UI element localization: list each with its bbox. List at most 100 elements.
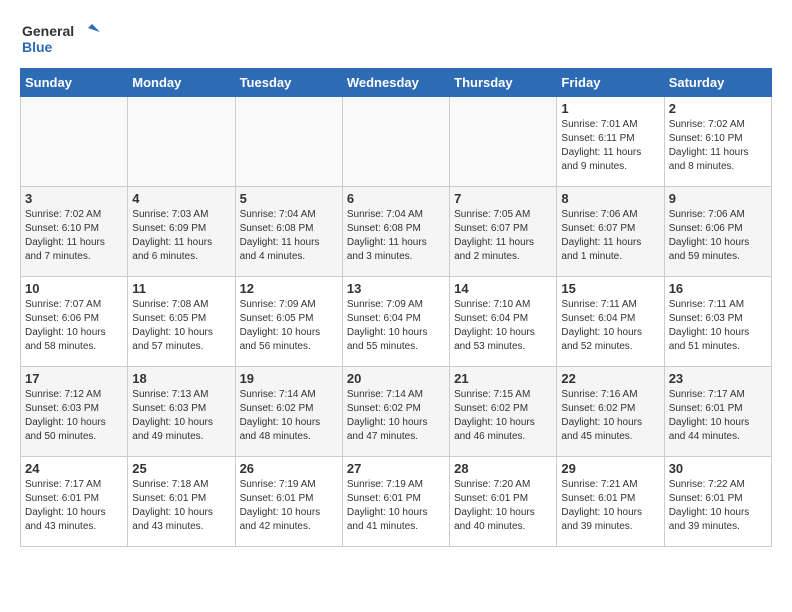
day-number: 14 xyxy=(454,281,552,296)
day-info: Sunrise: 7:19 AM Sunset: 6:01 PM Dayligh… xyxy=(240,478,338,534)
calendar-header-row: SundayMondayTuesdayWednesdayThursdayFrid… xyxy=(21,69,772,97)
calendar-cell: 28 Sunrise: 7:20 AM Sunset: 6:01 PM Dayli… xyxy=(450,457,557,547)
day-number: 9 xyxy=(669,191,767,206)
calendar-cell: 24 Sunrise: 7:17 AM Sunset: 6:01 PM Dayli… xyxy=(21,457,128,547)
calendar-cell: 25Sunrise: 7:18 AM Sunset: 6:01 PM Dayli… xyxy=(128,457,235,547)
day-number: 13 xyxy=(347,281,445,296)
day-number: 26 xyxy=(240,461,338,476)
day-info: Sunrise: 7:05 AM Sunset: 6:07 PM Dayligh… xyxy=(454,208,552,264)
day-info: Sunrise: 7:12 AM Sunset: 6:03 PM Dayligh… xyxy=(25,388,123,444)
calendar-cell: 1 Sunrise: 7:01 AM Sunset: 6:11 PM Daylig… xyxy=(557,97,664,187)
calendar-cell: 7 Sunrise: 7:05 AM Sunset: 6:07 PM Daylig… xyxy=(450,187,557,277)
day-number: 23 xyxy=(669,371,767,386)
day-info: Sunrise: 7:19 AM Sunset: 6:01 PM Dayligh… xyxy=(347,478,445,534)
logo: General Blue xyxy=(20,20,100,58)
calendar-week-4: 17 Sunrise: 7:12 AM Sunset: 6:03 PM Dayli… xyxy=(21,367,772,457)
day-info: Sunrise: 7:11 AM Sunset: 6:04 PM Dayligh… xyxy=(561,298,659,354)
calendar-cell xyxy=(235,97,342,187)
day-number: 4 xyxy=(132,191,230,206)
calendar-cell: 13 Sunrise: 7:09 AM Sunset: 6:04 PM Dayli… xyxy=(342,277,449,367)
day-info: Sunrise: 7:21 AM Sunset: 6:01 PM Dayligh… xyxy=(561,478,659,534)
day-info: Sunrise: 7:16 AM Sunset: 6:02 PM Dayligh… xyxy=(561,388,659,444)
day-number: 3 xyxy=(25,191,123,206)
day-info: Sunrise: 7:04 AM Sunset: 6:08 PM Dayligh… xyxy=(347,208,445,264)
day-info: Sunrise: 7:03 AM Sunset: 6:09 PM Dayligh… xyxy=(132,208,230,264)
calendar-cell: 8 Sunrise: 7:06 AM Sunset: 6:07 PM Daylig… xyxy=(557,187,664,277)
day-info: Sunrise: 7:15 AM Sunset: 6:02 PM Dayligh… xyxy=(454,388,552,444)
day-number: 7 xyxy=(454,191,552,206)
calendar-cell: 16Sunrise: 7:11 AM Sunset: 6:03 PM Dayli… xyxy=(664,277,771,367)
day-info: Sunrise: 7:06 AM Sunset: 6:06 PM Dayligh… xyxy=(669,208,767,264)
day-info: Sunrise: 7:20 AM Sunset: 6:01 PM Dayligh… xyxy=(454,478,552,534)
column-header-saturday: Saturday xyxy=(664,69,771,97)
day-number: 18 xyxy=(132,371,230,386)
day-number: 20 xyxy=(347,371,445,386)
day-info: Sunrise: 7:02 AM Sunset: 6:10 PM Dayligh… xyxy=(25,208,123,264)
day-info: Sunrise: 7:18 AM Sunset: 6:01 PM Dayligh… xyxy=(132,478,230,534)
column-header-tuesday: Tuesday xyxy=(235,69,342,97)
day-info: Sunrise: 7:22 AM Sunset: 6:01 PM Dayligh… xyxy=(669,478,767,534)
calendar-table: SundayMondayTuesdayWednesdayThursdayFrid… xyxy=(20,68,772,547)
day-number: 11 xyxy=(132,281,230,296)
calendar-cell: 9 Sunrise: 7:06 AM Sunset: 6:06 PM Daylig… xyxy=(664,187,771,277)
day-info: Sunrise: 7:09 AM Sunset: 6:04 PM Dayligh… xyxy=(347,298,445,354)
day-number: 28 xyxy=(454,461,552,476)
day-number: 24 xyxy=(25,461,123,476)
day-info: Sunrise: 7:09 AM Sunset: 6:05 PM Dayligh… xyxy=(240,298,338,354)
calendar-cell: 15 Sunrise: 7:11 AM Sunset: 6:04 PM Dayli… xyxy=(557,277,664,367)
calendar-cell xyxy=(450,97,557,187)
calendar-cell: 10 Sunrise: 7:07 AM Sunset: 6:06 PM Dayli… xyxy=(21,277,128,367)
calendar-cell: 11 Sunrise: 7:08 AM Sunset: 6:05 PM Dayli… xyxy=(128,277,235,367)
calendar-cell: 27 Sunrise: 7:19 AM Sunset: 6:01 PM Dayli… xyxy=(342,457,449,547)
logo-svg: General Blue xyxy=(20,20,100,58)
calendar-cell: 18Sunrise: 7:13 AM Sunset: 6:03 PM Dayli… xyxy=(128,367,235,457)
day-info: Sunrise: 7:01 AM Sunset: 6:11 PM Dayligh… xyxy=(561,118,659,174)
calendar-cell: 17 Sunrise: 7:12 AM Sunset: 6:03 PM Dayli… xyxy=(21,367,128,457)
calendar-cell: 30 Sunrise: 7:22 AM Sunset: 6:01 PM Dayli… xyxy=(664,457,771,547)
day-info: Sunrise: 7:07 AM Sunset: 6:06 PM Dayligh… xyxy=(25,298,123,354)
calendar-cell: 2Sunrise: 7:02 AM Sunset: 6:10 PM Daylig… xyxy=(664,97,771,187)
day-number: 30 xyxy=(669,461,767,476)
day-number: 21 xyxy=(454,371,552,386)
calendar-cell xyxy=(342,97,449,187)
day-number: 16 xyxy=(669,281,767,296)
day-info: Sunrise: 7:10 AM Sunset: 6:04 PM Dayligh… xyxy=(454,298,552,354)
page-header: General Blue xyxy=(20,20,772,58)
day-number: 15 xyxy=(561,281,659,296)
calendar-cell: 14 Sunrise: 7:10 AM Sunset: 6:04 PM Dayli… xyxy=(450,277,557,367)
calendar-week-2: 3 Sunrise: 7:02 AM Sunset: 6:10 PM Daylig… xyxy=(21,187,772,277)
calendar-cell: 21 Sunrise: 7:15 AM Sunset: 6:02 PM Dayli… xyxy=(450,367,557,457)
day-info: Sunrise: 7:17 AM Sunset: 6:01 PM Dayligh… xyxy=(669,388,767,444)
calendar-cell: 23 Sunrise: 7:17 AM Sunset: 6:01 PM Dayli… xyxy=(664,367,771,457)
day-number: 8 xyxy=(561,191,659,206)
calendar-cell: 19 Sunrise: 7:14 AM Sunset: 6:02 PM Dayli… xyxy=(235,367,342,457)
svg-text:Blue: Blue xyxy=(22,39,53,55)
day-number: 2 xyxy=(669,101,767,116)
svg-text:General: General xyxy=(22,23,74,39)
day-info: Sunrise: 7:06 AM Sunset: 6:07 PM Dayligh… xyxy=(561,208,659,264)
day-number: 1 xyxy=(561,101,659,116)
day-number: 6 xyxy=(347,191,445,206)
calendar-cell: 29 Sunrise: 7:21 AM Sunset: 6:01 PM Dayli… xyxy=(557,457,664,547)
day-number: 29 xyxy=(561,461,659,476)
calendar-cell: 5Sunrise: 7:04 AM Sunset: 6:08 PM Daylig… xyxy=(235,187,342,277)
calendar-cell xyxy=(128,97,235,187)
column-header-monday: Monday xyxy=(128,69,235,97)
day-number: 17 xyxy=(25,371,123,386)
day-number: 27 xyxy=(347,461,445,476)
day-info: Sunrise: 7:08 AM Sunset: 6:05 PM Dayligh… xyxy=(132,298,230,354)
day-number: 12 xyxy=(240,281,338,296)
day-info: Sunrise: 7:14 AM Sunset: 6:02 PM Dayligh… xyxy=(240,388,338,444)
day-number: 22 xyxy=(561,371,659,386)
calendar-week-3: 10 Sunrise: 7:07 AM Sunset: 6:06 PM Dayli… xyxy=(21,277,772,367)
calendar-week-1: 1 Sunrise: 7:01 AM Sunset: 6:11 PM Daylig… xyxy=(21,97,772,187)
day-info: Sunrise: 7:17 AM Sunset: 6:01 PM Dayligh… xyxy=(25,478,123,534)
calendar-cell: 6 Sunrise: 7:04 AM Sunset: 6:08 PM Daylig… xyxy=(342,187,449,277)
calendar-cell: 22 Sunrise: 7:16 AM Sunset: 6:02 PM Dayli… xyxy=(557,367,664,457)
day-info: Sunrise: 7:14 AM Sunset: 6:02 PM Dayligh… xyxy=(347,388,445,444)
day-number: 19 xyxy=(240,371,338,386)
column-header-sunday: Sunday xyxy=(21,69,128,97)
calendar-week-5: 24 Sunrise: 7:17 AM Sunset: 6:01 PM Dayli… xyxy=(21,457,772,547)
day-number: 10 xyxy=(25,281,123,296)
day-info: Sunrise: 7:04 AM Sunset: 6:08 PM Dayligh… xyxy=(240,208,338,264)
